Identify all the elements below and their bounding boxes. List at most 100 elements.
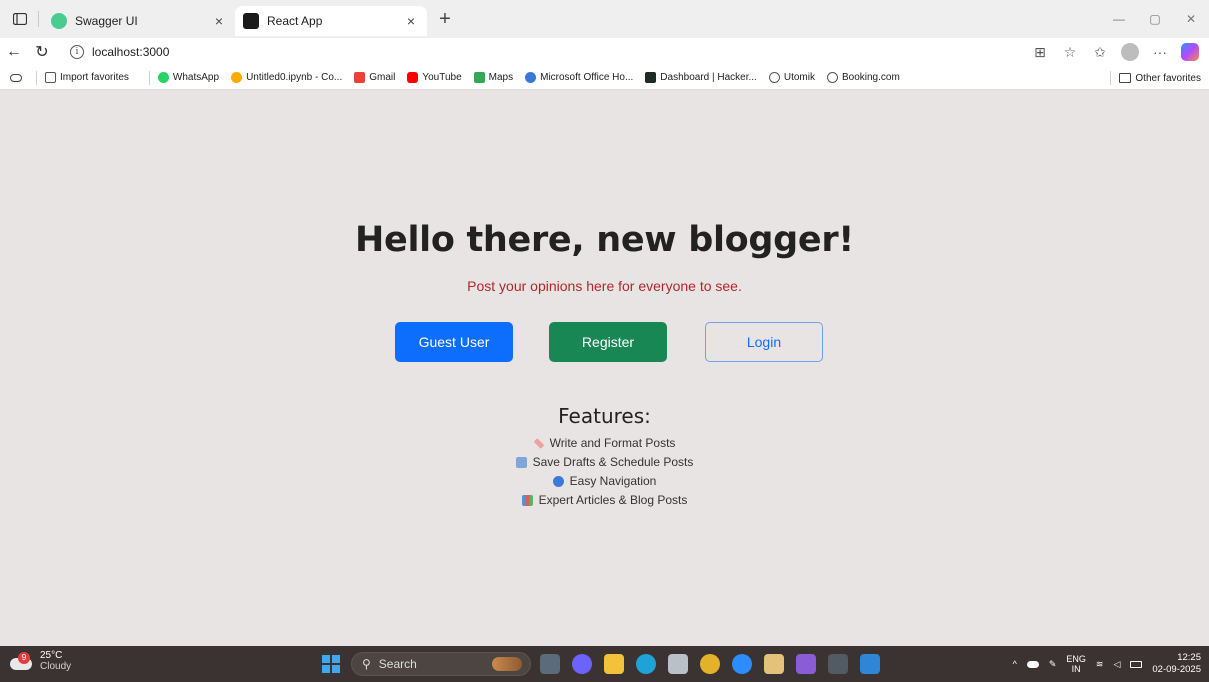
- taskbar: 9 25°C Cloudy ⚲ Search ^ ✎ ENG IN ≋ ◁ 12…: [0, 646, 1209, 682]
- site-info-icon[interactable]: i: [70, 45, 84, 59]
- new-tab-button[interactable]: +: [431, 5, 459, 33]
- tab-swagger-ui[interactable]: Swagger UI ×: [43, 6, 235, 36]
- login-button[interactable]: Login: [705, 322, 823, 362]
- onedrive-icon[interactable]: [1026, 660, 1039, 668]
- react-icon: [243, 13, 259, 29]
- tab-react-app[interactable]: React App ×: [235, 6, 427, 36]
- paint-icon[interactable]: [764, 654, 784, 674]
- calendar-emoji-icon: [515, 457, 527, 468]
- favorite-hackerrank[interactable]: Dashboard | Hacker...: [645, 72, 757, 83]
- pen-icon[interactable]: ✎: [1049, 659, 1057, 670]
- close-tab-icon[interactable]: ×: [211, 13, 227, 29]
- file-explorer-icon[interactable]: [604, 654, 624, 674]
- office-icon: [525, 72, 537, 83]
- whatsapp-icon: [157, 72, 169, 83]
- back-arrow-icon: ←: [6, 43, 22, 60]
- favorite-utomik[interactable]: Utomik: [768, 72, 815, 83]
- toolbar-actions: ⊞ ☆ ✩ ···: [1029, 41, 1209, 63]
- favorite-maps[interactable]: Maps: [473, 72, 513, 83]
- favorites-bar: Import favorites WhatsApp Untitled0.ipyn…: [0, 66, 1209, 90]
- collections-button[interactable]: [10, 73, 22, 82]
- taskbar-search[interactable]: ⚲ Search: [351, 652, 531, 676]
- more-options-icon[interactable]: ···: [1149, 41, 1171, 63]
- favorite-gmail[interactable]: Gmail: [354, 72, 395, 83]
- chrome-icon[interactable]: [700, 654, 720, 674]
- wifi-icon[interactable]: ≋: [1096, 659, 1104, 670]
- favorite-booking[interactable]: Booking.com: [826, 72, 900, 83]
- tab-actions-icon: [13, 13, 27, 25]
- favorite-label: Dashboard | Hacker...: [660, 72, 757, 83]
- files-icon[interactable]: [540, 654, 560, 674]
- globe-icon: [826, 72, 838, 83]
- pencil-emoji-icon: [533, 438, 544, 449]
- battery-icon[interactable]: [1130, 660, 1143, 668]
- tab-title: Swagger UI: [75, 14, 138, 28]
- windows-start-icon[interactable]: [322, 655, 340, 673]
- search-placeholder: Search: [378, 657, 417, 671]
- cloud-icon: 9: [10, 652, 36, 670]
- zoom-icon[interactable]: [732, 654, 752, 674]
- system-tray: ^ ✎ ENG IN ≋ ◁ 12:25 02-09-2025: [1013, 646, 1201, 682]
- page-subtitle: Post your opinions here for everyone to …: [467, 278, 742, 294]
- visual-studio-icon[interactable]: [796, 654, 816, 674]
- split-screen-icon[interactable]: ⊞: [1029, 41, 1051, 63]
- avatar: [1121, 43, 1139, 61]
- calculator-icon[interactable]: [668, 654, 688, 674]
- favorite-label: Gmail: [369, 72, 396, 83]
- clock[interactable]: 12:25 02-09-2025: [1152, 652, 1201, 676]
- favorites-icon[interactable]: ✩: [1089, 41, 1111, 63]
- volume-icon[interactable]: ◁: [1113, 659, 1120, 670]
- favorite-import[interactable]: Import favorites: [45, 72, 129, 83]
- favorite-label: Untitled0.ipynb - Co...: [246, 72, 343, 83]
- list-item: Easy Navigation: [0, 472, 1209, 491]
- favorite-label: Utomik: [783, 72, 815, 83]
- list-item: Write and Format Posts: [0, 434, 1209, 453]
- address-toolbar: ← ↻ i localhost:3000 ⊞ ☆ ✩ ···: [0, 38, 1209, 66]
- folder-icon: [1119, 73, 1132, 83]
- tab-title: React App: [267, 14, 323, 28]
- feature-label: Easy Navigation: [569, 474, 657, 488]
- vscode-icon[interactable]: [860, 654, 880, 674]
- edge-icon[interactable]: [636, 654, 656, 674]
- minimize-button[interactable]: —: [1101, 0, 1137, 38]
- copilot-icon: [1181, 43, 1199, 61]
- search-highlight-icon: [492, 657, 522, 671]
- globe-icon: [768, 72, 780, 83]
- search-icon: ⚲: [362, 657, 371, 671]
- maximize-button[interactable]: ▢: [1137, 0, 1173, 38]
- other-favorites[interactable]: Other favorites: [1102, 66, 1201, 90]
- features-heading: Features:: [558, 404, 651, 428]
- favorite-office[interactable]: Microsoft Office Ho...: [525, 72, 633, 83]
- page-content: Hello there, new blogger! Post your opin…: [0, 90, 1209, 646]
- register-button[interactable]: Register: [549, 322, 667, 362]
- terminal-icon[interactable]: [828, 654, 848, 674]
- swagger-icon: [51, 13, 67, 29]
- favorite-label: WhatsApp: [172, 72, 220, 83]
- magnifier-emoji-icon: [552, 476, 564, 487]
- profile-button[interactable]: [1119, 41, 1141, 63]
- weather-widget[interactable]: 9 25°C Cloudy: [10, 650, 71, 672]
- refresh-button[interactable]: ↻: [28, 38, 56, 66]
- language-indicator[interactable]: ENG IN: [1066, 654, 1086, 674]
- books-emoji-icon: [521, 495, 533, 506]
- favorite-youtube[interactable]: YouTube: [407, 72, 462, 83]
- close-window-button[interactable]: ✕: [1173, 0, 1209, 38]
- favorite-label: Import favorites: [60, 72, 129, 83]
- chevron-up-icon[interactable]: ^: [1013, 659, 1017, 669]
- copilot-icon[interactable]: [572, 654, 592, 674]
- clock-time: 12:25: [1177, 652, 1201, 663]
- copilot-button[interactable]: [1179, 41, 1201, 63]
- guest-user-button[interactable]: Guest User: [395, 322, 513, 362]
- maps-icon: [473, 72, 485, 83]
- address-text: localhost:3000: [92, 45, 170, 59]
- favorite-whatsapp[interactable]: WhatsApp: [157, 72, 220, 83]
- back-button[interactable]: ←: [0, 38, 28, 66]
- tab-actions-button[interactable]: [6, 5, 34, 33]
- favorite-colab[interactable]: Untitled0.ipynb - Co...: [231, 72, 342, 83]
- gmail-icon: [354, 72, 366, 83]
- close-tab-icon[interactable]: ×: [403, 13, 419, 29]
- taskbar-apps: [540, 646, 880, 682]
- page-title: Hello there, new blogger!: [355, 220, 854, 260]
- favorite-star-icon[interactable]: ☆: [1059, 41, 1081, 63]
- address-bar[interactable]: i localhost:3000: [62, 40, 1023, 64]
